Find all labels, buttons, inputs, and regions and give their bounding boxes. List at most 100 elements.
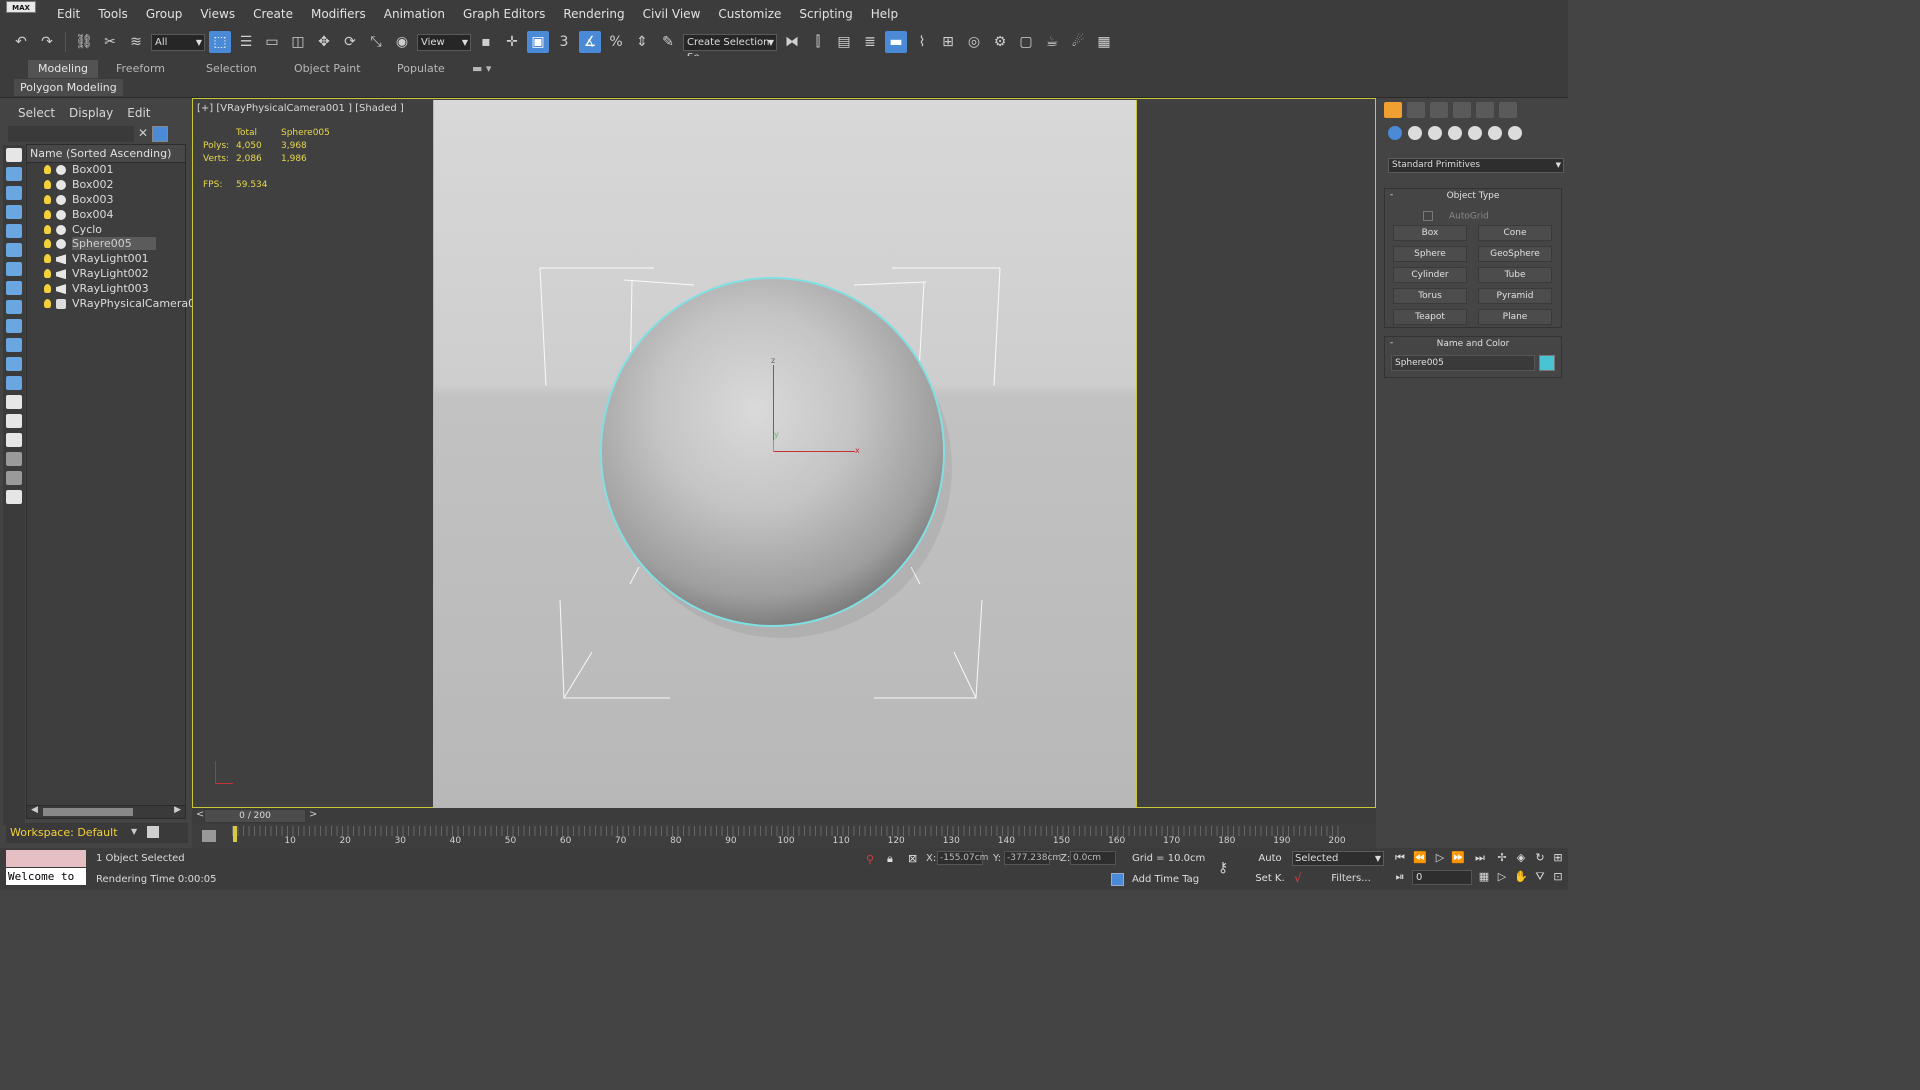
move-icon[interactable]: ✥ xyxy=(313,31,335,53)
key-filters-button[interactable]: Filters... xyxy=(1316,871,1386,886)
visibility-bulb-icon[interactable] xyxy=(44,284,51,294)
maximize-viewport-icon[interactable]: ⊞ xyxy=(1550,851,1566,865)
field-of-view-icon[interactable]: ▷ xyxy=(1494,870,1510,884)
x-coord-field[interactable]: -155.07cm xyxy=(937,851,988,865)
tab-modeling[interactable]: Modeling xyxy=(28,60,99,78)
shapes-category-icon[interactable] xyxy=(1408,126,1422,140)
spacewarps-category-icon[interactable] xyxy=(1488,126,1502,140)
visibility-bulb-icon[interactable] xyxy=(44,269,51,279)
workspace-selector[interactable]: Workspace: Default ▼ xyxy=(6,823,188,843)
object-color-swatch[interactable] xyxy=(1539,355,1555,371)
visibility-bulb-icon[interactable] xyxy=(44,239,51,249)
se-menu-display[interactable]: Display xyxy=(69,106,123,120)
pan-icon[interactable]: ✋ xyxy=(1513,870,1529,884)
ribbon-options-icon[interactable]: ▬ ▾ xyxy=(462,60,501,78)
material-editor-icon[interactable]: ◎ xyxy=(963,31,985,53)
mini-curve-editor-icon[interactable] xyxy=(202,830,216,842)
curve-editor-icon[interactable]: ⌇ xyxy=(911,31,933,53)
named-selection-set-dropdown[interactable]: Create Selection Se xyxy=(683,33,777,63)
display-invert-icon[interactable] xyxy=(6,414,22,428)
display-xrefs-icon[interactable] xyxy=(6,300,22,314)
menu-rendering[interactable]: Rendering xyxy=(554,0,633,28)
render-in-cloud-icon[interactable]: ▦ xyxy=(1093,31,1115,53)
systems-category-icon[interactable] xyxy=(1508,126,1522,140)
display-bones-icon[interactable] xyxy=(6,319,22,333)
object-type-title[interactable]: Object Type xyxy=(1385,188,1561,203)
menu-modifiers[interactable]: Modifiers xyxy=(302,0,375,28)
scroll-left-icon[interactable]: ◀ xyxy=(31,805,38,815)
orbit-icon[interactable]: ↻ xyxy=(1532,851,1548,865)
time-config-icon[interactable]: ▦ xyxy=(1476,870,1492,884)
utilities-tab-icon[interactable] xyxy=(1499,102,1517,118)
display-geometry-icon[interactable] xyxy=(6,167,22,181)
bind-space-warp-icon[interactable]: ≋ xyxy=(125,31,147,53)
name-and-color-title[interactable]: Name and Color xyxy=(1385,336,1561,351)
link-icon[interactable]: ⛓ xyxy=(73,31,95,53)
list-item[interactable]: Box001 xyxy=(27,163,185,178)
maxscript-listener-input[interactable] xyxy=(6,850,86,867)
render-iterative-icon[interactable]: ☄ xyxy=(1067,31,1089,53)
scroll-right-icon[interactable]: ▶ xyxy=(174,805,181,815)
visibility-bulb-icon[interactable] xyxy=(44,299,51,309)
list-item[interactable]: VRayLight001 xyxy=(27,252,185,267)
z-coord-field[interactable]: 0.0cm xyxy=(1070,851,1116,865)
maximize-toggle-icon[interactable]: ⊡ xyxy=(1550,870,1566,884)
go-to-start-icon[interactable]: ⏮ xyxy=(1392,851,1408,865)
render-setup-icon[interactable]: ⚙ xyxy=(989,31,1011,53)
display-groups-icon[interactable] xyxy=(6,281,22,295)
maxscript-output[interactable]: Welcome to xyxy=(6,868,86,885)
visibility-bulb-icon[interactable] xyxy=(44,209,51,219)
geometry-category-icon[interactable] xyxy=(1388,126,1402,140)
time-slider-next[interactable]: > xyxy=(309,809,317,820)
set-key-button[interactable]: Set K. xyxy=(1255,871,1285,886)
key-mode-dropdown[interactable]: Selected xyxy=(1292,851,1384,866)
rect-selection-icon[interactable]: ▭ xyxy=(261,31,283,53)
menu-animation[interactable]: Animation xyxy=(375,0,454,28)
key-tangent-icon[interactable]: √ xyxy=(1294,872,1308,884)
display-none-icon[interactable] xyxy=(6,148,22,162)
current-frame-marker[interactable] xyxy=(233,826,237,842)
display-all-icon[interactable] xyxy=(6,395,22,409)
menu-tools[interactable]: Tools xyxy=(89,0,137,28)
menu-views[interactable]: Views xyxy=(191,0,244,28)
filter-funnel-icon[interactable] xyxy=(6,452,22,466)
lights-category-icon[interactable] xyxy=(1428,126,1442,140)
clear-search-icon[interactable]: ✕ xyxy=(138,126,148,140)
scale-icon[interactable]: ⤡ xyxy=(365,31,387,53)
scrollbar-thumb[interactable] xyxy=(43,808,133,816)
visibility-bulb-icon[interactable] xyxy=(44,194,51,204)
display-lights-icon[interactable] xyxy=(6,205,22,219)
select-manipulate-icon[interactable]: ✛ xyxy=(501,31,523,53)
visibility-bulb-icon[interactable] xyxy=(44,224,51,234)
menu-edit[interactable]: Edit xyxy=(48,0,89,28)
mirror-icon[interactable]: ⧓ xyxy=(781,31,803,53)
time-slider[interactable]: < 0 / 200 > xyxy=(192,808,1376,824)
toggle-ribbon-icon[interactable]: ▬ xyxy=(885,31,907,53)
edit-named-selection-icon[interactable]: ✎ xyxy=(657,31,679,53)
display-hidden-icon[interactable] xyxy=(6,376,22,390)
autogrid-checkbox[interactable]: AutoGrid xyxy=(1423,211,1489,222)
redo-icon[interactable]: ↷ xyxy=(36,31,58,53)
rotate-icon[interactable]: ⟳ xyxy=(339,31,361,53)
key-mode-toggle-icon[interactable]: ⏯ xyxy=(1392,870,1408,884)
time-tag-icon[interactable] xyxy=(1111,873,1124,886)
list-item[interactable]: Sphere005 xyxy=(27,237,185,252)
list-item[interactable]: Box004 xyxy=(27,208,185,223)
menu-customize[interactable]: Customize xyxy=(709,0,790,28)
select-by-name-icon[interactable]: ☰ xyxy=(235,31,257,53)
sync-selection-icon[interactable] xyxy=(6,471,22,485)
menu-scripting[interactable]: Scripting xyxy=(790,0,861,28)
layers-icon[interactable]: ≣ xyxy=(859,31,881,53)
keyboard-shortcut-override-icon[interactable]: ▣ xyxy=(527,31,549,53)
undo-icon[interactable]: ↶ xyxy=(10,31,32,53)
zoom-icon[interactable]: ✢ xyxy=(1494,851,1510,865)
display-tab-icon[interactable] xyxy=(1476,102,1494,118)
next-frame-icon[interactable]: ⏩ xyxy=(1450,851,1466,865)
tube-button[interactable]: Tube xyxy=(1478,267,1552,283)
menu-graph-editors[interactable]: Graph Editors xyxy=(454,0,554,28)
column-header-name[interactable]: Name (Sorted Ascending) xyxy=(27,145,185,163)
object-name-field[interactable]: Sphere005 xyxy=(1391,355,1535,371)
selection-filter-dropdown[interactable]: All xyxy=(151,33,205,51)
helpers-category-icon[interactable] xyxy=(1468,126,1482,140)
collapse-icon[interactable] xyxy=(6,490,22,504)
